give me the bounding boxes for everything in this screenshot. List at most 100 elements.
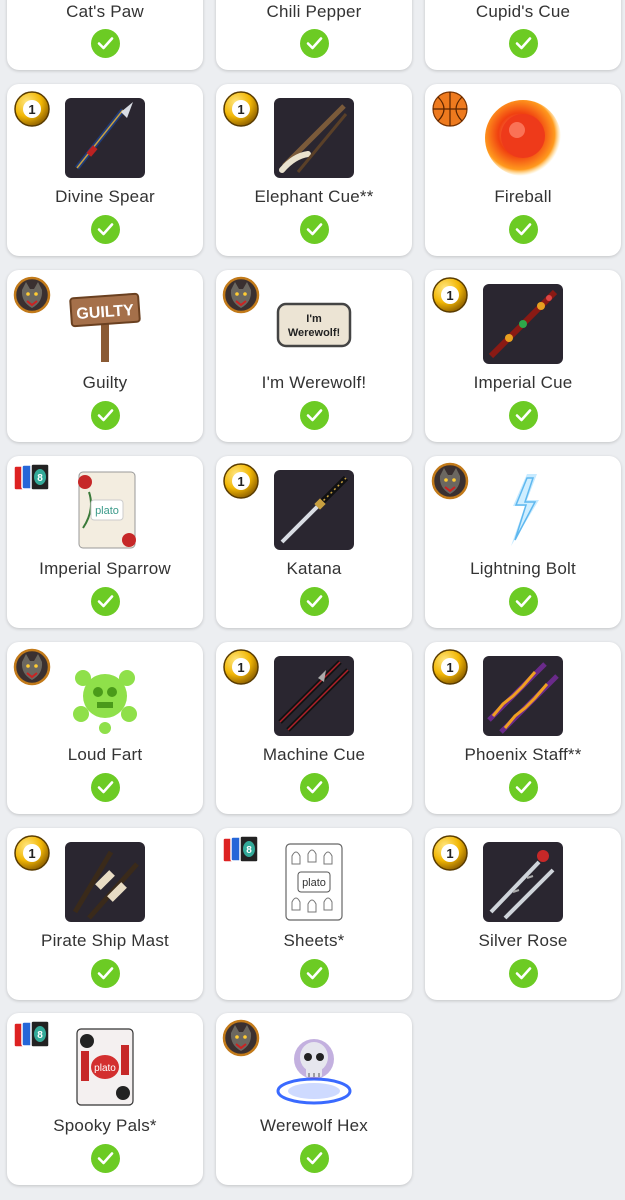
svg-text:1: 1 [446, 846, 453, 861]
elephant-cue-icon [274, 98, 354, 178]
checkmark-icon [300, 29, 329, 58]
reward-name: Sheets* [283, 931, 345, 950]
reward-name: Lightning Bolt [470, 559, 576, 578]
reward-card-elephant-cue[interactable]: 1 Elephant Cue** [216, 84, 412, 256]
checkmark-icon [509, 587, 538, 616]
svg-text:1: 1 [28, 102, 35, 117]
reward-name: Silver Rose [478, 931, 568, 950]
reward-card[interactable]: Cat's Paw [7, 0, 203, 70]
uno-cards-icon: 8 [222, 835, 259, 863]
pool-ball-1-icon: 1 [223, 649, 259, 685]
basketball-icon [432, 91, 468, 127]
svg-text:1: 1 [237, 474, 244, 489]
reward-name: I'm Werewolf! [261, 373, 367, 392]
imperial-sparrow-card-icon: plato [78, 471, 136, 549]
checkmark-icon [509, 773, 538, 802]
reward-name: Katana [286, 559, 342, 578]
reward-card-sheets[interactable]: 8 plato Sheets* [216, 828, 412, 1000]
katana-icon [274, 470, 354, 550]
reward-card-werewolf-hex[interactable]: Werewolf Hex [216, 1013, 412, 1185]
reward-name: Cat's Paw [66, 2, 144, 21]
svg-text:1: 1 [28, 846, 35, 861]
checkmark-icon [300, 959, 329, 988]
reward-card-lightning-bolt[interactable]: Lightning Bolt [425, 456, 621, 628]
svg-text:8: 8 [37, 473, 43, 484]
checkmark-icon [91, 1144, 120, 1173]
reward-name: Divine Spear [55, 187, 155, 206]
reward-card-pirate-ship-mast[interactable]: 1 Pirate Ship Mast [7, 828, 203, 1000]
svg-text:I'm: I'm [306, 313, 322, 325]
fart-cloud-icon [73, 670, 137, 734]
pool-ball-1-icon: 1 [432, 277, 468, 313]
checkmark-icon [300, 401, 329, 430]
werewolf-icon [222, 276, 260, 314]
svg-text:1: 1 [237, 102, 244, 117]
checkmark-icon [300, 215, 329, 244]
svg-text:Werewolf!: Werewolf! [288, 327, 340, 339]
checkmark-icon [300, 773, 329, 802]
werewolf-icon [222, 1019, 260, 1057]
svg-text:1: 1 [446, 288, 453, 303]
checkmark-icon [91, 773, 120, 802]
plato-card-label: plato [302, 877, 326, 889]
reward-name: Guilty [82, 373, 128, 392]
uno-cards-icon: 8 [13, 463, 50, 491]
reward-card-imperial-cue[interactable]: 1 Imperial Cue [425, 270, 621, 442]
reward-name: Werewolf Hex [260, 1116, 368, 1135]
reward-name: Spooky Pals* [53, 1116, 157, 1135]
reward-name: Chili Pepper [266, 2, 362, 21]
divine-spear-icon [65, 98, 145, 178]
reward-name: Fireball [494, 187, 552, 206]
checkmark-icon [91, 959, 120, 988]
reward-card-im-werewolf[interactable]: I'm Werewolf! I'm Werewolf! [216, 270, 412, 442]
pool-ball-1-icon: 1 [14, 835, 50, 871]
reward-name: Phoenix Staff** [464, 745, 582, 764]
reward-card-divine-spear[interactable]: 1 Divine Spear [7, 84, 203, 256]
reward-name: Cupid's Cue [475, 2, 571, 21]
werewolf-sign-icon: I'm Werewolf! [276, 302, 352, 348]
reward-name: Pirate Ship Mast [41, 931, 169, 950]
guilty-sign-icon: GUILTY [69, 292, 141, 362]
werewolf-icon [431, 462, 469, 500]
plato-card-label: plato [94, 1063, 116, 1074]
svg-text:8: 8 [246, 845, 252, 856]
pool-ball-1-icon: 1 [432, 835, 468, 871]
svg-text:1: 1 [237, 660, 244, 675]
skull-hex-icon [276, 1039, 352, 1105]
reward-card-guilty[interactable]: GUILTY Guilty [7, 270, 203, 442]
svg-text:1: 1 [446, 660, 453, 675]
sheets-card-icon: plato [285, 843, 343, 921]
reward-card-spooky-pals[interactable]: 8 plato Spooky Pals* [7, 1013, 203, 1185]
reward-card[interactable]: Chili Pepper [216, 0, 412, 70]
reward-card-katana[interactable]: 1 Katana [216, 456, 412, 628]
reward-name: Imperial Cue [473, 373, 573, 392]
reward-card[interactable]: Cupid's Cue [425, 0, 621, 70]
reward-card-imperial-sparrow[interactable]: 8 plato Imperial Sparrow [7, 456, 203, 628]
reward-card-phoenix-staff[interactable]: 1 Phoenix Staff** [425, 642, 621, 814]
checkmark-icon [509, 959, 538, 988]
machine-cue-icon [274, 656, 354, 736]
fireball-icon [485, 100, 561, 176]
checkmark-icon [91, 215, 120, 244]
reward-card-loud-fart[interactable]: Loud Fart [7, 642, 203, 814]
checkmark-icon [509, 29, 538, 58]
lightning-bolt-icon [511, 474, 539, 546]
reward-name: Imperial Sparrow [39, 559, 171, 578]
pool-ball-1-icon: 1 [223, 463, 259, 499]
pool-ball-1-icon: 1 [432, 649, 468, 685]
plato-card-label: plato [95, 505, 119, 517]
werewolf-icon [13, 648, 51, 686]
reward-grid: Cat's Paw Chili Pepper Cupid's Cue 1 Div… [0, 0, 625, 1200]
reward-card-machine-cue[interactable]: 1 Machine Cue [216, 642, 412, 814]
checkmark-icon [91, 401, 120, 430]
reward-name: Elephant Cue** [254, 187, 374, 206]
silver-rose-icon [483, 842, 563, 922]
reward-card-silver-rose[interactable]: 1 Silver Rose [425, 828, 621, 1000]
phoenix-staff-icon [483, 656, 563, 736]
checkmark-icon [509, 215, 538, 244]
checkmark-icon [300, 587, 329, 616]
pirate-mast-icon [65, 842, 145, 922]
spooky-pals-card-icon: plato [76, 1028, 134, 1106]
reward-card-fireball[interactable]: Fireball [425, 84, 621, 256]
checkmark-icon [300, 1144, 329, 1173]
